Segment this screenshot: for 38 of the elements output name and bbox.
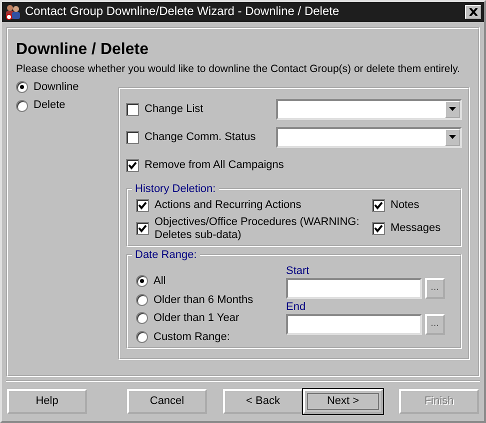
date-range-radio[interactable]: Older than 1 Year	[136, 312, 286, 325]
checkmark-icon	[128, 160, 137, 170]
date-range-radio[interactable]: Older than 6 Months	[136, 294, 286, 306]
close-icon	[468, 8, 478, 16]
checkmark-icon	[138, 200, 147, 210]
history-checkbox[interactable]: Notes	[372, 198, 452, 212]
wizard-button[interactable]: Next >	[303, 389, 383, 414]
date-field[interactable]	[286, 314, 422, 335]
browse-button[interactable]: ...	[424, 314, 445, 335]
instruction-text: Please choose whether you would like to downline the Contact Group(s) or delete them entirely.	[16, 63, 461, 76]
date-field[interactable]	[286, 278, 422, 299]
wizard-button[interactable]: < Back	[223, 389, 303, 414]
window-title: Contact Group Downline/Delete Wizard - Downline / Delete	[25, 4, 340, 19]
dropdown-field[interactable]	[276, 98, 462, 120]
wizard-button[interactable]: Cancel	[127, 389, 207, 414]
dropdown-field[interactable]	[276, 126, 462, 148]
field-label: Start	[286, 264, 310, 278]
option-checkbox[interactable]: Change Comm. Status	[126, 130, 256, 144]
close-button[interactable]	[465, 4, 481, 19]
history-checkbox[interactable]: Actions and Recurring Actions	[136, 198, 372, 212]
field-label: End	[286, 301, 307, 314]
date-range-radio[interactable]: Custom Range:	[136, 330, 286, 344]
page-heading: Downline / Delete	[16, 40, 150, 60]
date-range-radio[interactable]: All	[136, 274, 286, 288]
mode-radio[interactable]: Downline	[16, 81, 118, 94]
option-checkbox[interactable]: Change List	[126, 102, 204, 116]
option-checkbox[interactable]: Remove from All Campaigns	[126, 158, 284, 172]
checkmark-icon	[374, 200, 383, 210]
group-title: Date Range:	[134, 250, 198, 261]
browse-button[interactable]: ...	[424, 278, 445, 299]
contacts-icon	[5, 4, 21, 20]
mode-radio[interactable]: Delete	[16, 99, 118, 112]
history-checkbox[interactable]: Objectives/Office Procedures (WARNING: Deletes sub-data)	[136, 216, 372, 242]
checkmark-icon	[374, 224, 383, 233]
group-title: History Deletion:	[134, 184, 217, 195]
wizard-button[interactable]: Help	[7, 389, 87, 414]
checkmark-icon	[138, 224, 147, 233]
history-checkbox[interactable]: Messages	[372, 216, 452, 242]
